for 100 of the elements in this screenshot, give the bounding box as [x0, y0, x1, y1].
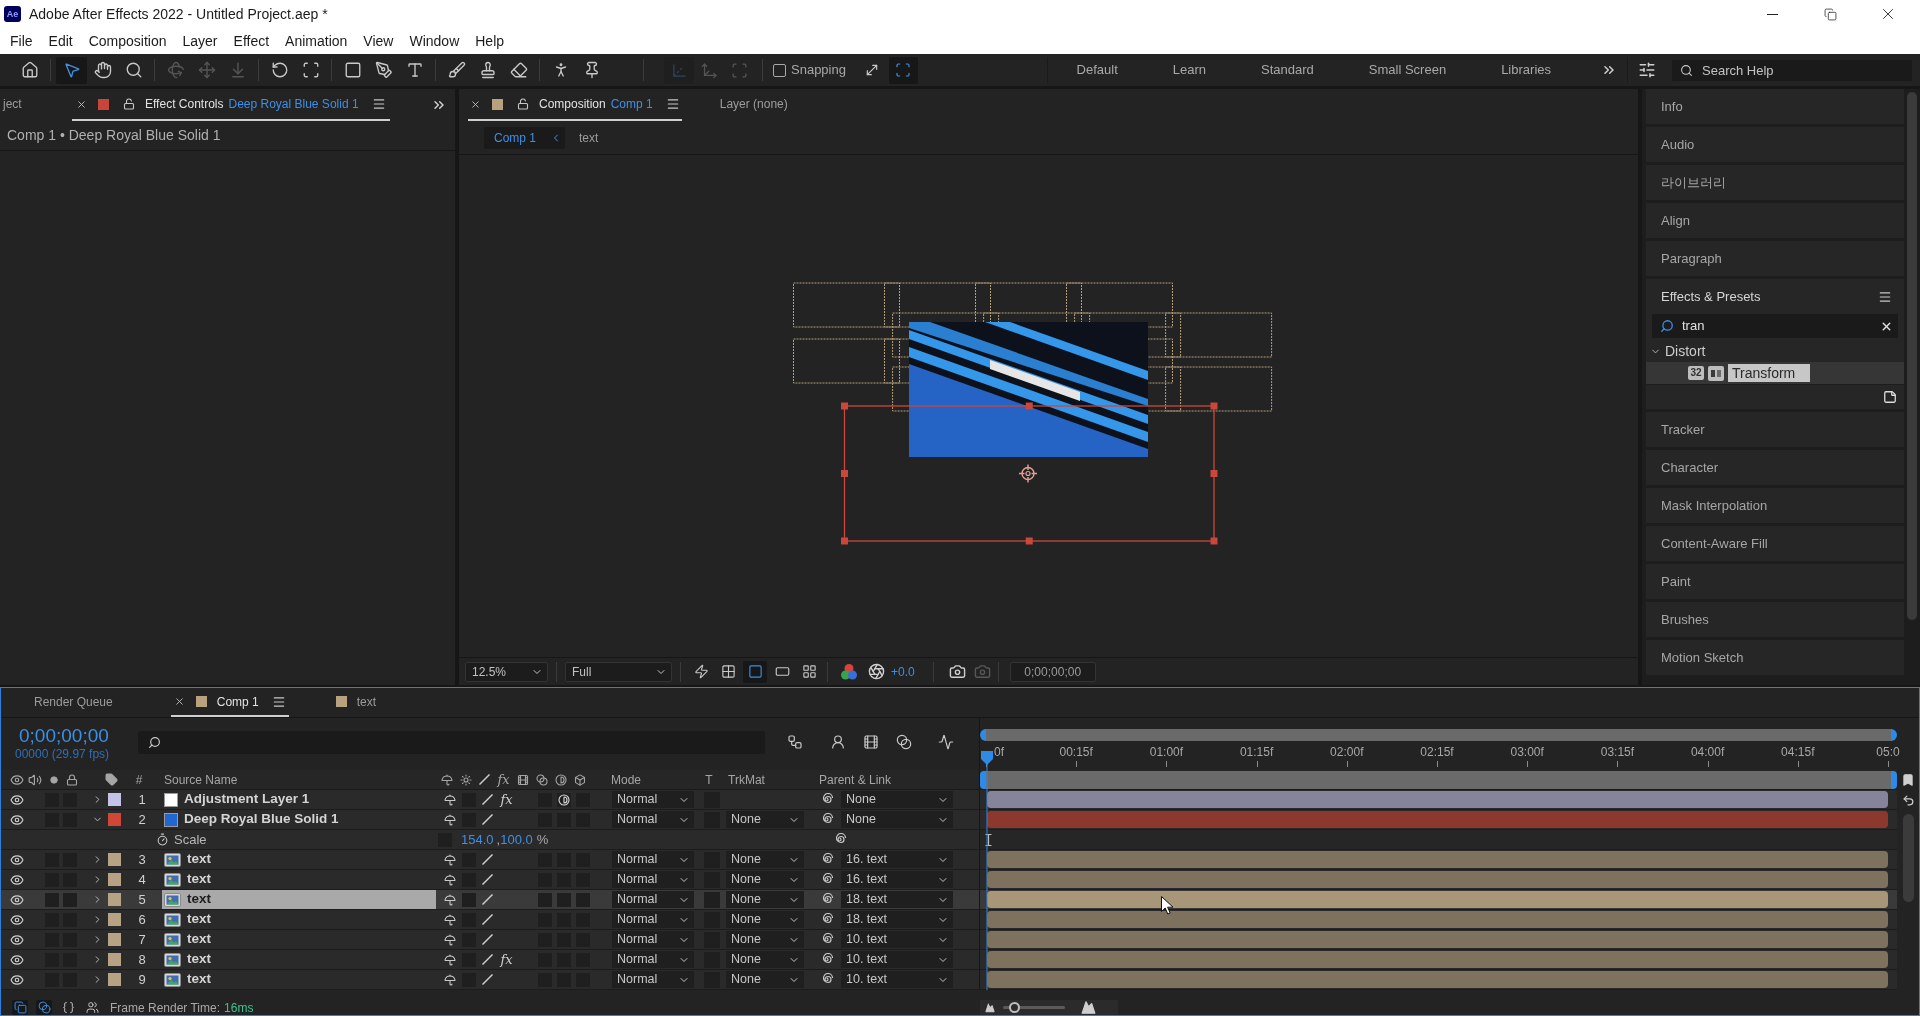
tool-button[interactable] [12, 1000, 28, 1015]
magnification-dropdown[interactable]: 12.5% [465, 661, 548, 682]
label-color-swatch[interactable] [108, 873, 121, 886]
mode-dropdown[interactable]: Normal [612, 911, 694, 928]
label-color-swatch[interactable] [108, 793, 121, 806]
panel-header[interactable]: Character [1646, 450, 1904, 485]
layer-row[interactable]: 4 text Normal None 16. text [1, 870, 1897, 890]
eye-icon[interactable] [10, 812, 24, 827]
mode-dropdown[interactable]: Normal [612, 971, 694, 988]
spiral-icon[interactable] [820, 793, 833, 806]
spiral-icon[interactable] [820, 953, 833, 966]
menu-item[interactable]: Layer [174, 30, 226, 52]
spiral-icon[interactable] [820, 853, 833, 866]
parent-dropdown[interactable]: None [841, 811, 953, 828]
search-help-field[interactable]: Search Help [1672, 59, 1912, 81]
eye-icon[interactable] [10, 872, 24, 887]
mode-dropdown[interactable]: Normal [612, 871, 694, 888]
curved-arrow-icon[interactable] [1901, 793, 1915, 807]
umbrella-icon[interactable] [443, 953, 456, 966]
toggle-box[interactable] [575, 892, 590, 907]
toggle-box[interactable] [537, 892, 552, 907]
label-color-swatch[interactable] [108, 853, 121, 866]
menu-item[interactable]: File [2, 30, 41, 52]
parent-dropdown[interactable]: 16. text [841, 851, 953, 868]
panel-tab[interactable]: Composition Comp 1 [468, 89, 682, 121]
layer-name[interactable]: text [187, 909, 211, 930]
parent-dropdown[interactable]: 10. text [841, 971, 953, 988]
property-value[interactable]: 154.0 [461, 829, 494, 850]
panel-header[interactable]: Align [1646, 203, 1904, 238]
exposure-value[interactable]: +0.0 [891, 662, 915, 681]
label-color-swatch[interactable] [108, 813, 121, 826]
menu-item[interactable]: Help [467, 30, 513, 52]
slash-icon[interactable] [482, 814, 493, 825]
workspace-tab[interactable]: Default [1076, 60, 1118, 80]
layer-name[interactable]: text [187, 929, 211, 950]
slash-icon[interactable] [482, 954, 493, 965]
layer-row[interactable]: 8 text fx Normal None 10. text [1, 950, 1897, 970]
parent-dropdown[interactable]: None [841, 791, 953, 808]
layer-row[interactable]: 1 Adjustment Layer 1 fx Normal None [1, 790, 1897, 810]
layer-name[interactable]: text [187, 869, 211, 890]
panel-header[interactable]: Brushes [1646, 602, 1904, 637]
layer-name[interactable]: text [187, 889, 211, 910]
eye-icon[interactable] [10, 912, 24, 927]
resolution-dropdown[interactable]: Full [565, 661, 672, 682]
slash-icon[interactable] [482, 974, 493, 985]
layer-name[interactable]: text [187, 969, 211, 990]
mountain-icon[interactable] [1081, 1000, 1096, 1015]
parent-dropdown[interactable]: 16. text [841, 871, 953, 888]
label-color-swatch[interactable] [108, 913, 121, 926]
layer-row[interactable]: 7 text Normal None 10. text [1, 930, 1897, 950]
menu-icon[interactable] [665, 97, 680, 111]
track-matte-dropdown[interactable]: None [726, 811, 804, 828]
adjustment-switch[interactable] [556, 792, 571, 807]
slash-icon[interactable] [482, 894, 493, 905]
panel-header[interactable]: Audio [1646, 127, 1904, 162]
spiral-icon[interactable] [820, 813, 833, 826]
track-matte-dropdown[interactable]: None [726, 891, 804, 908]
slash-icon[interactable] [482, 914, 493, 925]
toggle-box[interactable] [704, 891, 720, 908]
mode-dropdown[interactable]: Normal [612, 931, 694, 948]
menu-item[interactable]: Effect [225, 30, 278, 52]
toggle-box[interactable] [63, 892, 77, 907]
selection-box[interactable] [841, 402, 1218, 545]
parent-dropdown[interactable]: 18. text [841, 911, 953, 928]
fx-switch[interactable]: fx [500, 789, 513, 810]
umbrella-icon[interactable] [443, 933, 456, 946]
layer-name[interactable]: text [187, 949, 211, 970]
parent-dropdown[interactable]: 10. text [841, 931, 953, 948]
label-color-swatch[interactable] [108, 893, 121, 906]
track-matte-dropdown[interactable]: None [726, 851, 804, 868]
eye-icon[interactable] [10, 932, 24, 947]
aperture-icon[interactable] [868, 663, 885, 680]
mode-dropdown[interactable]: Normal [612, 851, 694, 868]
panel-header[interactable]: Content-Aware Fill [1646, 526, 1904, 561]
mode-dropdown[interactable]: Normal [612, 791, 694, 808]
panel-header[interactable]: Info [1646, 89, 1904, 124]
track-matte-dropdown[interactable]: None [726, 951, 804, 968]
workspace-tab[interactable]: Small Screen [1368, 60, 1447, 80]
parent-dropdown[interactable]: 18. text [841, 891, 953, 908]
menu-item[interactable]: View [355, 30, 402, 52]
track-matte-dropdown[interactable]: None [726, 911, 804, 928]
layer-row[interactable]: 5 text Normal None 18. text [1, 890, 1897, 910]
menu-icon[interactable] [371, 97, 386, 111]
effects-search-field[interactable]: tran [1652, 314, 1898, 338]
panel-header[interactable]: Mask Interpolation [1646, 488, 1904, 523]
track-matte-dropdown[interactable]: None [726, 871, 804, 888]
menu-icon[interactable] [271, 694, 286, 709]
menu-item[interactable]: Composition [80, 30, 175, 52]
layer-name[interactable]: Adjustment Layer 1 [184, 789, 310, 810]
scrollbar[interactable] [1907, 92, 1917, 620]
umbrella-icon[interactable] [443, 913, 456, 926]
tree-item[interactable]: 32 Transform [1646, 362, 1904, 384]
tool-button[interactable] [84, 1000, 100, 1015]
layer-name[interactable]: text [187, 849, 211, 870]
tool-button[interactable] [60, 1000, 76, 1015]
fx-switch[interactable]: fx [500, 949, 513, 970]
spiral-icon[interactable] [820, 913, 833, 926]
workspace-settings-icon[interactable] [1638, 61, 1656, 79]
tool-button[interactable] [56, 56, 87, 84]
unlocked-padlock-icon[interactable] [517, 98, 529, 110]
